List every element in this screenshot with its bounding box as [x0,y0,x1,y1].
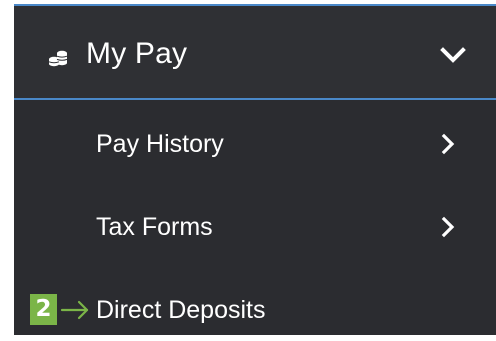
my-pay-menu-header[interactable]: My Pay [14,6,496,98]
step-number-badge: 2 [30,294,57,325]
my-pay-title: My Pay [86,37,188,70]
tax-forms-label: Tax Forms [96,213,213,241]
right-arrow-icon [60,300,89,320]
pay-history-menu-item[interactable]: Pay History [14,114,496,172]
screenshot-frame: My Pay Pay History Tax Forms Direct Depo… [0,0,496,341]
navigation-menu: My Pay Pay History Tax Forms Direct Depo… [14,4,496,335]
tax-forms-menu-item[interactable]: Tax Forms [14,197,496,255]
chevron-down-icon [440,47,466,63]
pay-history-label: Pay History [96,130,224,158]
direct-deposits-label: Direct Deposits [96,296,266,324]
chevron-right-icon [441,133,455,155]
chevron-right-icon [441,216,455,238]
coins-stack-icon [48,50,68,67]
